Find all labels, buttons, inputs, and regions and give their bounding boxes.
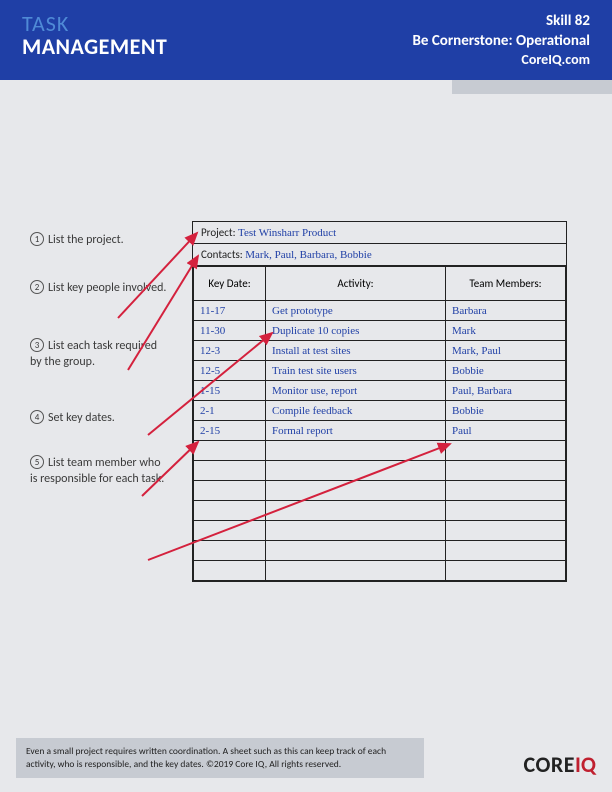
table-row-blank: [194, 541, 566, 561]
contacts-label: Contacts:: [201, 248, 243, 261]
callout-text: List key people involved.: [48, 281, 166, 295]
cell-blank: [446, 481, 566, 501]
cell-blank: [266, 561, 446, 581]
cell-blank: [194, 461, 266, 481]
site-name: CoreIQ.com: [413, 51, 591, 69]
callout-text: List team member who is responsible for …: [30, 456, 164, 486]
cell-activity: Duplicate 10 copies: [266, 321, 446, 341]
callout-number: 4: [30, 410, 44, 424]
callout-text: Set key dates.: [48, 411, 115, 425]
callout-number: 1: [30, 232, 44, 246]
header-accent-tab: [452, 80, 612, 94]
cell-activity: Install at test sites: [266, 341, 446, 361]
cell-team: Mark, Paul: [446, 341, 566, 361]
title-line-1: TASK: [22, 12, 167, 35]
header-meta: Skill 82 Be Cornerstone: Operational Cor…: [413, 12, 591, 80]
logo-iq: IQ: [575, 751, 596, 778]
cell-date: 11-17: [194, 301, 266, 321]
callout-3: 3List each task required by the group.: [30, 338, 170, 370]
logo-core: CORE: [524, 751, 575, 778]
cell-activity: Formal report: [266, 421, 446, 441]
cell-blank: [266, 501, 446, 521]
table-row: 12-5Train test site usersBobbie: [194, 361, 566, 381]
cell-blank: [446, 541, 566, 561]
table-row: 11-30Duplicate 10 copiesMark: [194, 321, 566, 341]
cell-date: 2-15: [194, 421, 266, 441]
cell-blank: [446, 501, 566, 521]
table-row: 11-17Get prototypeBarbara: [194, 301, 566, 321]
callout-number: 3: [30, 338, 44, 352]
cell-team: Mark: [446, 321, 566, 341]
cell-blank: [194, 521, 266, 541]
task-sheet: Project: Test Winsharr Product Contacts:…: [192, 221, 567, 582]
cell-blank: [194, 501, 266, 521]
cell-blank: [194, 481, 266, 501]
table-row: 2-15Formal reportPaul: [194, 421, 566, 441]
contacts-value: Mark, Paul, Barbara, Bobbie: [245, 249, 371, 261]
cell-blank: [446, 561, 566, 581]
cell-blank: [194, 441, 266, 461]
cell-blank: [266, 441, 446, 461]
project-label: Project:: [201, 226, 236, 239]
page-title: TASK MANAGEMENT: [22, 12, 167, 80]
cell-blank: [194, 561, 266, 581]
cell-activity: Compile feedback: [266, 401, 446, 421]
cell-blank: [266, 461, 446, 481]
col-header-date: Key Date:: [194, 267, 266, 301]
table-header-row: Key Date: Activity: Team Members:: [194, 267, 566, 301]
callout-number: 2: [30, 280, 44, 294]
table-row-blank: [194, 561, 566, 581]
callout-text: List the project.: [48, 233, 124, 247]
cell-date: 11-30: [194, 321, 266, 341]
cell-blank: [266, 481, 446, 501]
footer: Even a small project requires written co…: [16, 738, 596, 778]
callout-1: 1 List the project.: [30, 232, 124, 248]
skill-number: Skill 82: [413, 12, 591, 32]
table-row: 2-1Compile feedbackBobbie: [194, 401, 566, 421]
footer-note: Even a small project requires written co…: [16, 738, 424, 778]
task-table: Key Date: Activity: Team Members: 11-17G…: [193, 266, 566, 581]
callout-4: 4 Set key dates.: [30, 410, 115, 426]
cell-date: 1-15: [194, 381, 266, 401]
header-bar: TASK MANAGEMENT Skill 82 Be Cornerstone:…: [0, 0, 612, 80]
cell-blank: [446, 461, 566, 481]
table-row-blank: [194, 521, 566, 541]
skill-category: Be Cornerstone: Operational: [413, 32, 591, 52]
cell-date: 12-3: [194, 341, 266, 361]
project-value: Test Winsharr Product: [238, 227, 336, 239]
cell-activity: Monitor use, report: [266, 381, 446, 401]
cell-team: Bobbie: [446, 361, 566, 381]
callout-5: 5List team member who is responsible for…: [30, 455, 170, 487]
table-row-blank: [194, 501, 566, 521]
table-row: 12-3Install at test sitesMark, Paul: [194, 341, 566, 361]
table-row-blank: [194, 461, 566, 481]
cell-blank: [194, 541, 266, 561]
cell-blank: [446, 521, 566, 541]
callout-2: 2 List key people involved.: [30, 280, 166, 296]
table-row-blank: [194, 481, 566, 501]
callout-text: List each task required by the group.: [30, 339, 157, 369]
cell-team: Paul: [446, 421, 566, 441]
cell-blank: [266, 541, 446, 561]
cell-blank: [266, 521, 446, 541]
table-row-blank: [194, 441, 566, 461]
title-line-2: MANAGEMENT: [22, 35, 167, 58]
cell-activity: Train test site users: [266, 361, 446, 381]
cell-blank: [446, 441, 566, 461]
callout-number: 5: [30, 455, 44, 469]
col-header-activity: Activity:: [266, 267, 446, 301]
brand-logo: COREIQ: [524, 751, 596, 778]
contacts-row: Contacts: Mark, Paul, Barbara, Bobbie: [193, 244, 566, 266]
col-header-team: Team Members:: [446, 267, 566, 301]
cell-activity: Get prototype: [266, 301, 446, 321]
cell-team: Paul, Barbara: [446, 381, 566, 401]
cell-date: 12-5: [194, 361, 266, 381]
table-row: 1-15Monitor use, reportPaul, Barbara: [194, 381, 566, 401]
cell-team: Barbara: [446, 301, 566, 321]
cell-date: 2-1: [194, 401, 266, 421]
cell-team: Bobbie: [446, 401, 566, 421]
project-row: Project: Test Winsharr Product: [193, 222, 566, 244]
